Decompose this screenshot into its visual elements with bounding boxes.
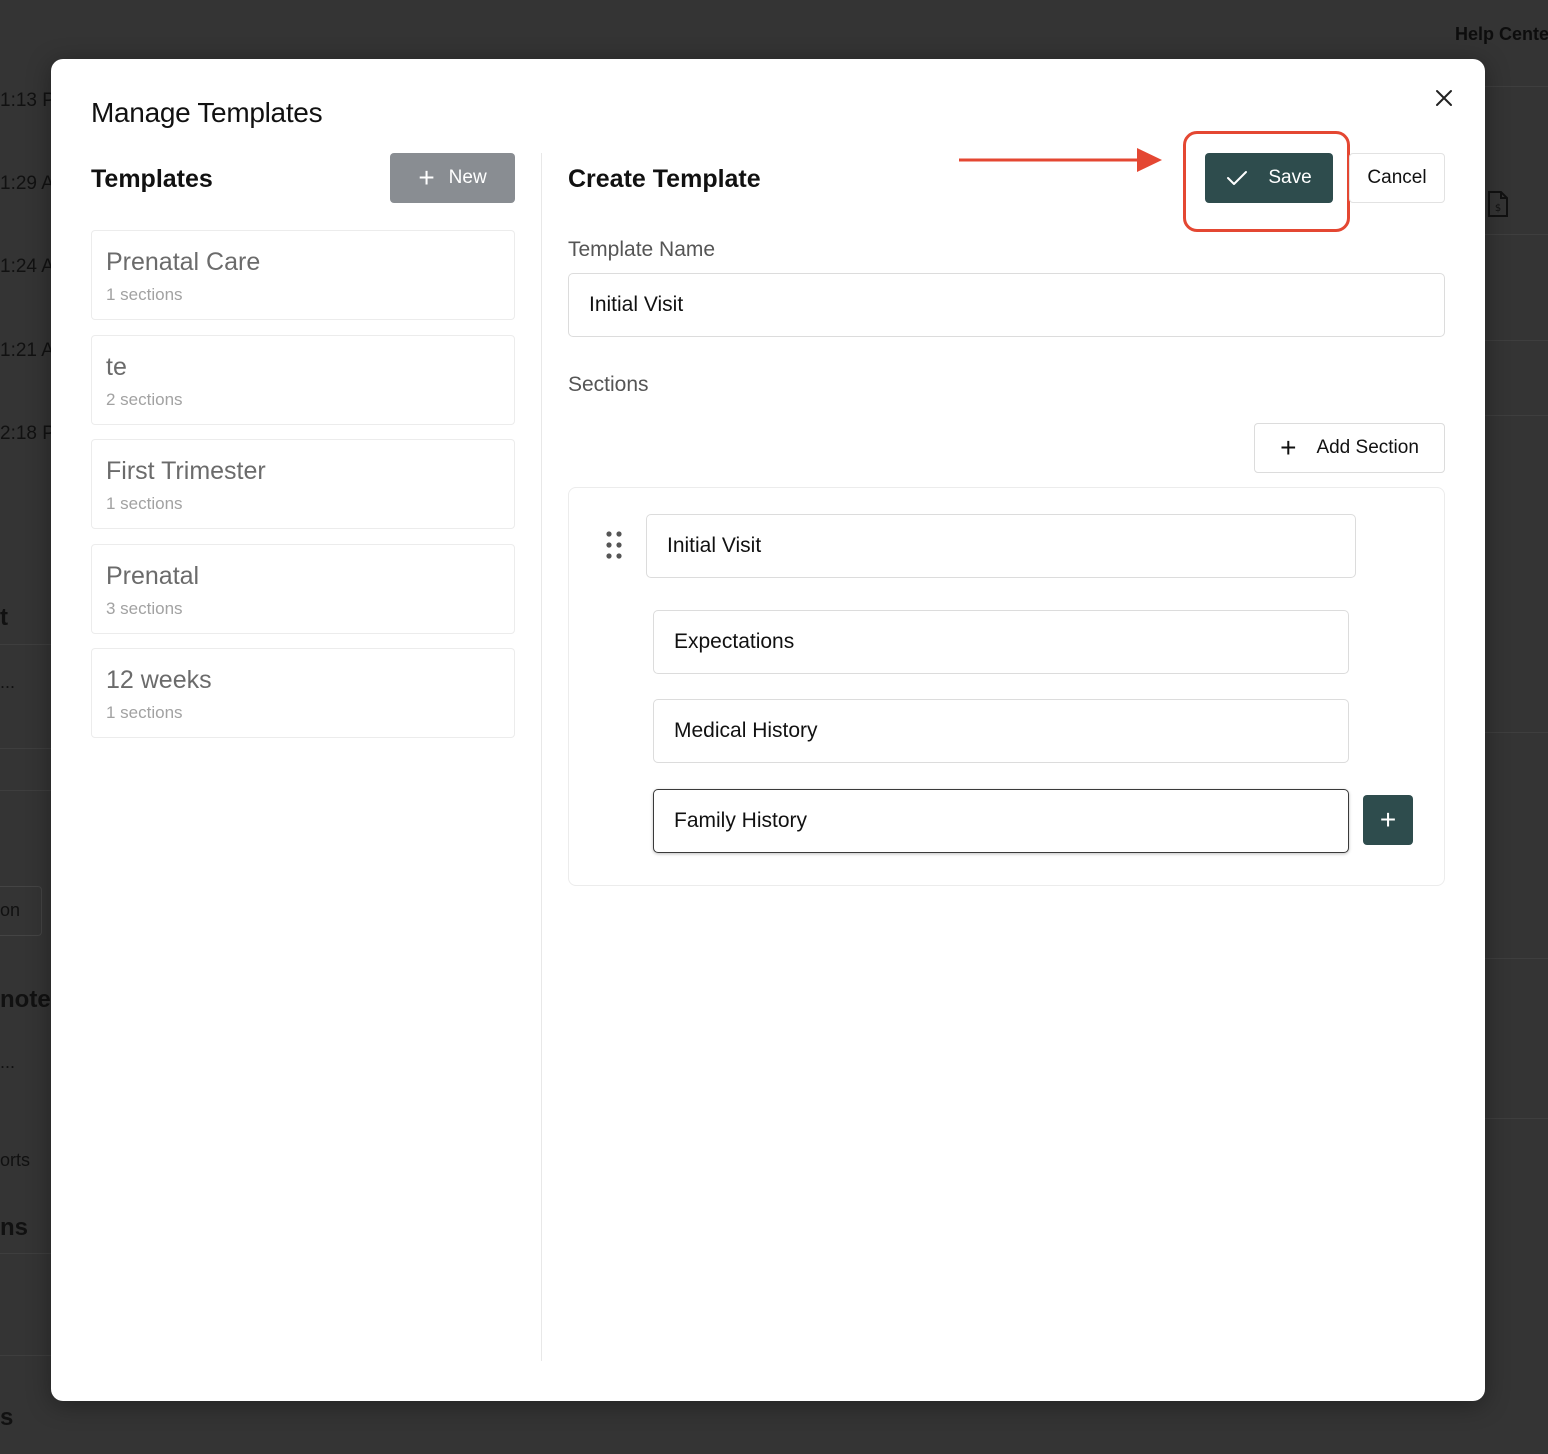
new-button-label: New [448, 167, 487, 188]
section-item-input[interactable] [653, 610, 1349, 674]
bg-fragment: ... [0, 1052, 16, 1072]
template-name-label: Template Name [568, 238, 716, 261]
manage-templates-modal: Manage Templates Templates + New Prenata… [51, 59, 1485, 1401]
template-section-count: 1 sections [106, 285, 183, 304]
template-item[interactable]: Prenatal 3 sections [91, 543, 515, 634]
plus-icon: + [1379, 804, 1397, 835]
save-button[interactable]: Save [1205, 153, 1333, 203]
bg-divider [1485, 340, 1548, 341]
bg-divider [1485, 958, 1548, 959]
bg-divider [1485, 86, 1548, 87]
template-name: 12 weeks [106, 666, 212, 694]
bg-divider [0, 790, 51, 791]
pane-divider [541, 153, 542, 1361]
section-card: + [568, 487, 1445, 886]
template-name: Prenatal [106, 561, 200, 590]
template-name: te [106, 352, 127, 381]
template-section-count: 3 sections [106, 598, 183, 618]
template-item[interactable]: Prenatal Care 1 sections [91, 230, 515, 320]
bg-divider [0, 644, 51, 645]
template-name-input[interactable] [568, 273, 1445, 337]
drag-handle-icon[interactable] [605, 530, 623, 560]
plus-icon: + [1280, 432, 1297, 463]
section-item-input[interactable] [653, 789, 1349, 853]
template-section-count: 1 sections [106, 703, 183, 722]
section-title-input[interactable] [646, 514, 1356, 578]
template-item[interactable]: 12 weeks 1 sections [91, 648, 515, 738]
annotation-arrow-icon [959, 148, 1162, 172]
editor-title: Create Template [568, 165, 761, 193]
add-section-label: Add Section [1316, 437, 1419, 458]
bg-time: 2:18 P [0, 423, 55, 444]
bg-divider [1485, 415, 1548, 416]
bg-divider [1485, 234, 1548, 235]
bg-document-icon: $ [1488, 191, 1508, 217]
bg-button [0, 886, 42, 936]
template-editor: Create Template Save Cancel Template Nam… [568, 131, 1445, 886]
close-icon [1436, 90, 1452, 106]
bg-divider [0, 1355, 51, 1356]
template-name: First Trimester [106, 457, 266, 485]
template-section-count: 1 sections [106, 494, 183, 513]
bg-fragment: ns [0, 1214, 29, 1241]
add-item-button[interactable]: + [1363, 795, 1413, 845]
new-template-button[interactable]: + New [390, 153, 515, 203]
plus-icon: + [418, 162, 435, 193]
save-button-label: Save [1268, 167, 1312, 188]
bg-fragment: s [0, 1404, 14, 1431]
bg-time: 1:24 A [0, 256, 54, 277]
bg-fragment: t [0, 604, 8, 631]
sections-label: Sections [568, 373, 649, 396]
bg-time: 1:13 P [0, 90, 55, 111]
template-name: Prenatal Care [106, 248, 261, 276]
bg-divider [1485, 732, 1548, 733]
template-item[interactable]: First Trimester 1 sections [91, 439, 515, 529]
add-section-button[interactable]: + Add Section [1254, 423, 1445, 473]
bg-fragment: orts [0, 1150, 31, 1170]
section-item-input[interactable] [653, 699, 1349, 763]
help-center-link: Help Cente [1455, 24, 1548, 44]
modal-title: Manage Templates [91, 97, 323, 128]
bg-divider [1485, 1118, 1548, 1119]
bg-time: 1:21 A [0, 340, 54, 361]
close-button[interactable] [1431, 85, 1457, 111]
svg-text:$: $ [1495, 203, 1501, 214]
template-section-count: 2 sections [106, 389, 183, 409]
bg-divider [0, 748, 51, 749]
bg-time: 1:29 A [0, 173, 54, 194]
bg-divider [0, 1253, 51, 1254]
templates-title: Templates [91, 165, 213, 193]
template-item[interactable]: te 2 sections [91, 334, 515, 425]
cancel-button[interactable]: Cancel [1349, 153, 1445, 203]
bg-fragment: ... [0, 672, 16, 692]
checkmark-icon [1227, 171, 1248, 185]
template-list: Prenatal Care 1 sections te 2 sections F… [91, 230, 515, 753]
